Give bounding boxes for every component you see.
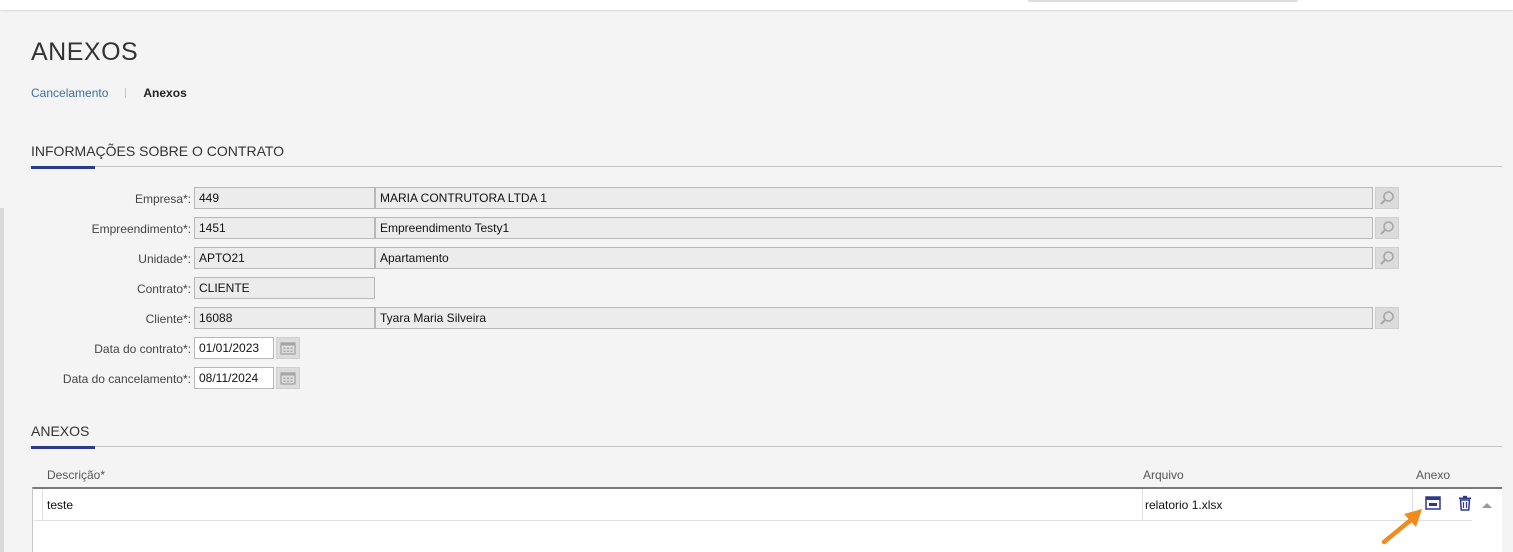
top-search-field[interactable] [1028, 0, 1298, 2]
column-divider [42, 489, 43, 521]
section-accent-bar [31, 446, 95, 449]
breadcrumb-current: Anexos [143, 86, 187, 100]
data-contrato-field[interactable]: 01/01/2023 [194, 337, 274, 359]
section-divider [31, 166, 1502, 167]
empresa-code-field[interactable]: 449 [194, 187, 375, 209]
contrato-field[interactable]: CLIENTE [194, 277, 375, 299]
scroll-up-icon [1482, 503, 1492, 508]
breadcrumb-cancelamento-link[interactable]: Cancelamento [31, 86, 108, 100]
data-cancelamento-field[interactable]: 08/11/2024 [194, 367, 274, 389]
grid-scroll-up-button[interactable] [1480, 497, 1496, 509]
cliente-name-field[interactable]: Tyara Maria Silveira [375, 307, 1373, 329]
column-divider [1142, 489, 1143, 521]
empreendimento-code-field[interactable]: 1451 [194, 217, 375, 239]
table-row[interactable]: teste relatorio 1.xlsx [34, 489, 1472, 521]
cliente-code-field[interactable]: 16088 [194, 307, 375, 329]
magnifier-icon [1380, 191, 1394, 205]
empreendimento-name-field[interactable]: Empreendimento Testy1 [375, 217, 1373, 239]
calendar-icon [280, 342, 296, 355]
empreendimento-label: Empreendimento*: [91, 222, 191, 236]
breadcrumb-separator [125, 88, 127, 98]
unidade-label: Unidade*: [138, 252, 191, 266]
arrow-icon [1381, 509, 1422, 545]
section-divider [31, 446, 1502, 447]
data-cancelamento-label: Data do cancelamento*: [62, 372, 191, 386]
column-header-anexo[interactable]: Anexo [1416, 468, 1450, 482]
calendar-icon [280, 372, 296, 385]
data-cancelamento-calendar-button[interactable] [276, 367, 300, 389]
empresa-lookup-button[interactable] [1375, 187, 1399, 209]
empresa-name-field[interactable]: MARIA CONTRUTORA LTDA 1 [375, 187, 1373, 209]
unidade-name-field[interactable]: Apartamento [375, 247, 1373, 269]
magnifier-icon [1380, 311, 1394, 325]
data-contrato-calendar-button[interactable] [276, 337, 300, 359]
top-bar [0, 0, 1513, 10]
column-header-arquivo[interactable]: Arquivo [1143, 468, 1184, 482]
section-accent-bar [31, 166, 95, 169]
breadcrumb: Cancelamento Anexos [31, 86, 187, 100]
magnifier-icon [1380, 251, 1394, 265]
cliente-lookup-button[interactable] [1375, 307, 1399, 329]
column-header-descricao[interactable]: Descrição* [47, 468, 105, 482]
cliente-label: Cliente*: [145, 312, 191, 326]
empreendimento-lookup-button[interactable] [1375, 217, 1399, 239]
unidade-lookup-button[interactable] [1375, 247, 1399, 269]
left-strip [0, 208, 4, 552]
row-descricao-cell[interactable]: teste [47, 498, 73, 512]
section-title-anexos: ANEXOS [31, 423, 90, 439]
pointer-arrow [1378, 505, 1428, 552]
row-arquivo-cell[interactable]: relatorio 1.xlsx [1145, 498, 1222, 512]
trash-icon [1459, 495, 1471, 511]
magnifier-icon [1380, 221, 1394, 235]
data-contrato-label: Data do contrato*: [94, 342, 191, 356]
empresa-label: Empresa*: [134, 192, 191, 206]
section-title-contrato: INFORMAÇÕES SOBRE O CONTRATO [31, 143, 285, 159]
delete-attachment-button[interactable] [1456, 494, 1474, 512]
unidade-code-field[interactable]: APTO21 [194, 247, 375, 269]
contrato-label: Contrato*: [136, 282, 191, 296]
attachments-grid: teste relatorio 1.xlsx [32, 487, 1502, 552]
page-title: ANEXOS [31, 38, 139, 66]
